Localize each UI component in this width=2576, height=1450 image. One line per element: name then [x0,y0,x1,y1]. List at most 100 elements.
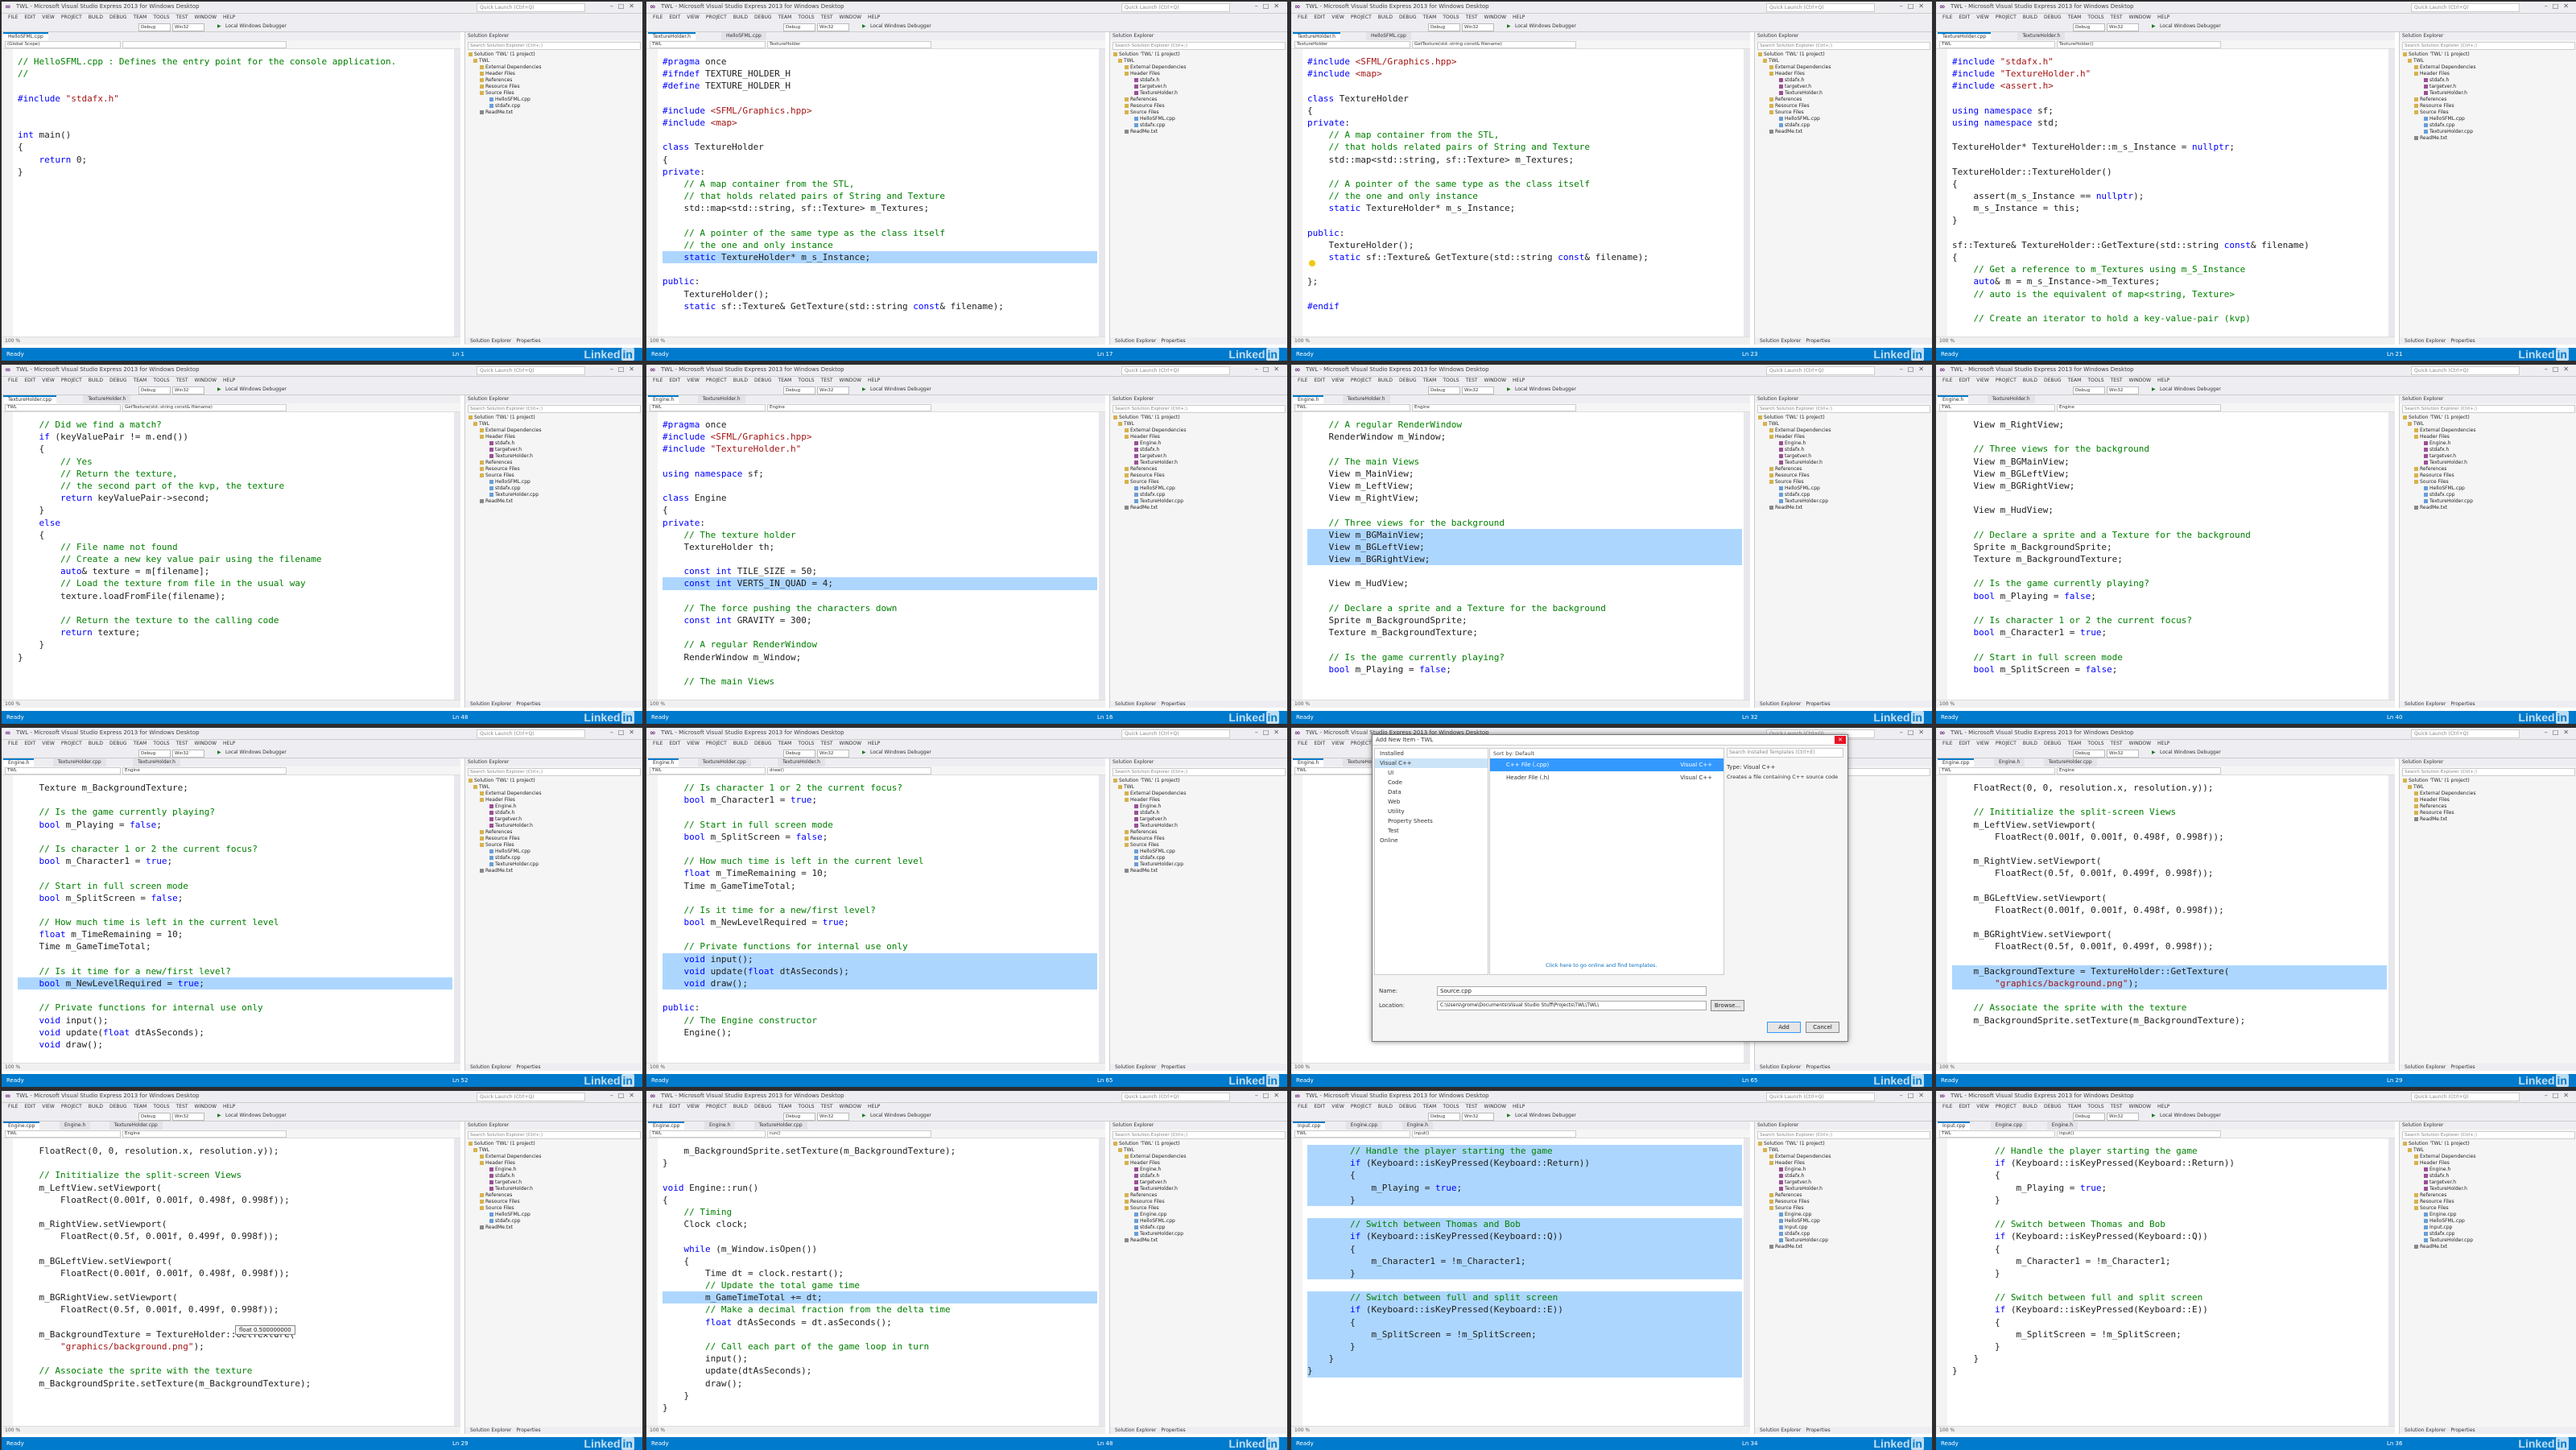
solution-tree-item[interactable]: HelloSFML.cpp [1110,849,1287,855]
quick-launch-input[interactable]: Quick Launch (Ctrl+Q) [2411,1093,2520,1101]
config-dropdown[interactable]: Debug [783,23,815,31]
solution-tree-item[interactable]: Engine.h [1755,440,1932,447]
solution-tree-item[interactable]: External Dependencies [465,428,642,434]
solution-tree-item[interactable]: TextureHolder.h [1110,460,1287,466]
menu-item-help[interactable]: HELP [223,14,235,22]
platform-dropdown[interactable]: Win32 [1462,386,1494,395]
panel-tab[interactable]: Properties [1806,338,1830,344]
solution-tree-item[interactable]: HelloSFML.cpp [465,479,642,485]
menu-item-project[interactable]: PROJECT [1351,740,1372,748]
member-dropdown[interactable]: Engine [2057,404,2221,411]
config-dropdown[interactable]: Debug [2073,23,2105,31]
document-tab[interactable]: TextureHolder.h [2017,32,2066,40]
solution-tree-item[interactable]: HelloSFML.cpp [2400,1218,2576,1225]
run-button-label[interactable]: Local Windows Debugger [1515,23,1576,29]
document-tab[interactable]: TextureHolder.h [1342,395,1390,403]
menu-item-help[interactable]: HELP [1513,14,1525,22]
solution-tree-item[interactable]: Source Files [1110,109,1287,116]
platform-dropdown[interactable]: Win32 [817,1113,849,1121]
solution-tree-item[interactable]: stdafx.cpp [2400,492,2576,498]
editor-scrollbar[interactable] [2388,49,2395,337]
solution-tree-item[interactable]: targetver.h [1755,1179,1932,1186]
run-button-label[interactable]: Local Windows Debugger [1515,386,1576,392]
solution-tree-item[interactable]: ReadMe.txt [1110,505,1287,511]
config-dropdown[interactable]: Debug [783,1113,815,1121]
quick-launch-input[interactable]: Quick Launch (Ctrl+Q) [1121,366,1230,375]
platform-dropdown[interactable]: Win32 [2107,23,2139,31]
platform-dropdown[interactable]: Win32 [817,23,849,31]
solution-tree-item[interactable]: targetver.h [1110,453,1287,460]
solution-tree-item[interactable]: Source Files [1755,109,1932,116]
name-field[interactable]: Source.cpp [1437,986,1707,996]
solution-tree-item[interactable]: TextureHolder.cpp [1110,861,1287,868]
solution-tree-item[interactable]: Header Files [1755,434,1932,440]
solution-tree-item[interactable]: HelloSFML.cpp [2400,485,2576,492]
code-editor[interactable]: // Handle the player starting the game i… [1936,1138,2395,1426]
platform-dropdown[interactable]: Win32 [172,23,204,31]
member-dropdown[interactable]: Engine [767,404,931,411]
editor-scrollbar[interactable] [454,775,460,1063]
window-controls[interactable]: –□✕ [610,366,639,373]
menu-item-tools[interactable]: TOOLS [798,1103,814,1111]
solution-tree-item[interactable]: Header Files [1110,1160,1287,1167]
solution-tree-item[interactable]: stdafx.h [1755,77,1932,84]
solution-tree-item[interactable]: ReadMe.txt [465,498,642,505]
template-item[interactable]: C++ File (.cpp) Visual C++ [1490,758,1724,771]
cancel-button[interactable]: Cancel [1806,1022,1839,1033]
window-controls[interactable]: –□✕ [1900,729,1929,736]
config-dropdown[interactable]: Debug [2073,386,2105,395]
solution-tree-item[interactable]: Resource Files [465,1199,642,1205]
solution-tree-item[interactable]: Resource Files [1755,103,1932,109]
solution-tree-item[interactable]: TWL [1110,1147,1287,1154]
solution-tree-item[interactable]: TWL [1110,784,1287,791]
code-editor[interactable]: FloatRect(0, 0, resolution.x, resolution… [2,1138,460,1426]
solution-tree-item[interactable]: References [1755,466,1932,473]
panel-tab[interactable]: Solution Explorer [1760,1064,1801,1070]
menu-item-project[interactable]: PROJECT [1351,1103,1372,1111]
platform-dropdown[interactable]: Win32 [172,1113,204,1121]
scope-dropdown[interactable]: TWL [1939,1130,2055,1138]
menu-item-file[interactable]: FILE [653,377,663,385]
solution-tree-item[interactable]: Solution 'TWL' (1 project) [1755,1141,1932,1147]
panel-tab[interactable]: Properties [2450,701,2475,707]
window-controls[interactable]: –□✕ [2545,729,2574,736]
menu-item-team[interactable]: TEAM [778,14,792,22]
editor-scrollbar[interactable] [1099,49,1105,337]
code-editor[interactable]: Texture m_BackgroundTexture; // Is the g… [2,775,460,1063]
scope-dropdown[interactable]: TWL [1294,1130,1410,1138]
run-icon[interactable]: ▶ [1507,23,1511,29]
editor-scrollbar[interactable] [1744,412,1750,700]
solution-tree-item[interactable]: Source Files [465,90,642,97]
document-tab[interactable]: Engine.h [1293,395,1324,403]
panel-tab[interactable]: Solution Explorer [1115,701,1156,707]
menu-item-build[interactable]: BUILD [89,377,103,385]
document-tab[interactable]: TextureHolder.cpp [753,1122,807,1130]
solution-tree-item[interactable]: Engine.h [1110,803,1287,810]
menu-item-build[interactable]: BUILD [1378,14,1393,22]
solution-tree-item[interactable]: HelloSFML.cpp [1110,1218,1287,1225]
solution-tree-item[interactable]: stdafx.cpp [1755,1231,1932,1237]
menu-item-project[interactable]: PROJECT [61,740,82,748]
menu-item-file[interactable]: FILE [8,14,18,22]
solution-tree-item[interactable]: Resource Files [2400,473,2576,479]
scope-dropdown[interactable]: TWL [650,404,766,411]
code-editor[interactable]: // Handle the player starting the game i… [1291,1138,1750,1426]
solution-tree-item[interactable]: TextureHolder.cpp [1755,1237,1932,1244]
quick-launch-input[interactable]: Quick Launch (Ctrl+Q) [477,729,585,738]
solution-tree-item[interactable]: ReadMe.txt [2400,135,2576,142]
solution-tree-item[interactable]: Resource Files [1110,103,1287,109]
solution-tree-item[interactable]: Solution 'TWL' (1 project) [465,778,642,784]
solution-tree-item[interactable]: Resource Files [1110,473,1287,479]
menu-item-build[interactable]: BUILD [2023,14,2037,22]
solution-tree-item[interactable]: HelloSFML.cpp [1110,485,1287,492]
solution-tree-item[interactable]: References [2400,466,2576,473]
solution-tree-item[interactable]: Source Files [1110,479,1287,485]
menu-item-help[interactable]: HELP [2157,1103,2169,1111]
category-item[interactable]: Online [1375,836,1488,845]
menu-item-project[interactable]: PROJECT [706,14,727,22]
scope-dropdown[interactable]: TWL [1939,767,2055,775]
solution-tree-item[interactable]: Input.cpp [2400,1225,2576,1231]
solution-tree-item[interactable]: ReadMe.txt [1110,129,1287,135]
solution-tree-item[interactable]: targetver.h [1755,453,1932,460]
panel-tab[interactable]: Solution Explorer [2405,338,2446,344]
